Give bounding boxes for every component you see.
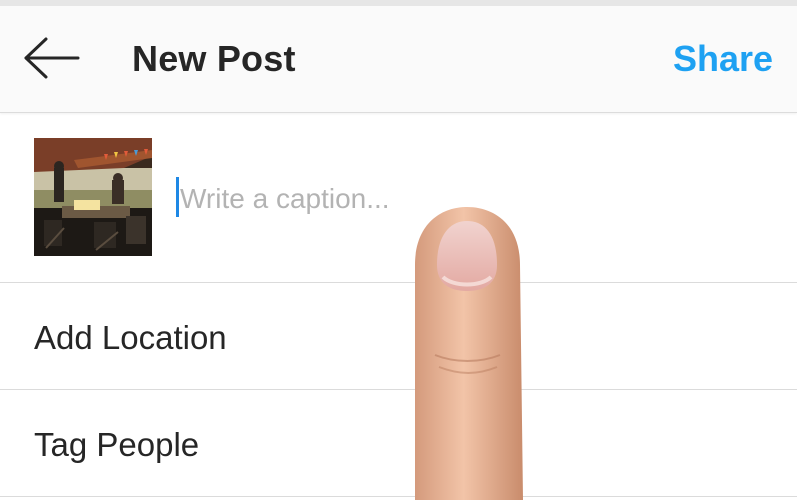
page-title: New Post	[132, 38, 296, 79]
add-location-row[interactable]: Add Location	[0, 283, 797, 390]
caption-section	[0, 113, 797, 283]
arrow-left-icon	[24, 37, 80, 79]
post-thumbnail[interactable]	[34, 138, 152, 256]
caption-input[interactable]	[176, 181, 740, 217]
top-app-bar: New Post Share	[0, 6, 797, 113]
add-location-label: Add Location	[34, 319, 227, 356]
back-button[interactable]	[22, 36, 80, 80]
share-button[interactable]: Share	[673, 38, 773, 80]
tag-people-label: Tag People	[34, 426, 200, 463]
photo-thumbnail-image	[34, 138, 152, 256]
tag-people-row[interactable]: Tag People	[0, 390, 797, 497]
